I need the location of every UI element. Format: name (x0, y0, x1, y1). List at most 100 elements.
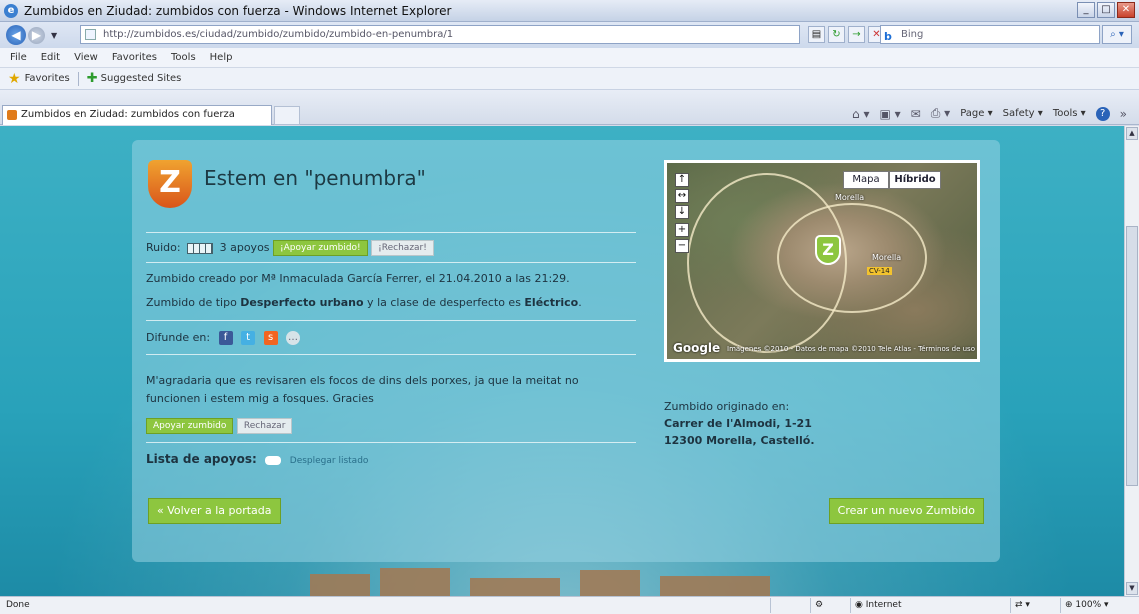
history-dropdown-icon[interactable]: ▼ (51, 31, 57, 40)
map-road (777, 203, 927, 313)
zumbido-map-marker[interactable]: Z (815, 235, 841, 265)
help-icon[interactable]: ? (1095, 106, 1110, 121)
apoyar-button[interactable]: ¡Apoyar zumbido! (273, 240, 368, 256)
zone-cell: ◉ Internet (850, 598, 1010, 613)
divider (146, 232, 636, 233)
tools-menu-label: Tools (1052, 108, 1078, 119)
road-sign: CV-14 (867, 267, 892, 275)
vertical-scrollbar[interactable]: ▲ ▼ (1124, 126, 1139, 596)
search-placeholder: Bing (901, 29, 924, 40)
desplegar-link[interactable]: Desplegar listado (290, 456, 369, 466)
ruido-label: Ruido: (146, 241, 181, 254)
scroll-up-icon[interactable]: ▲ (1126, 127, 1138, 140)
facebook-icon[interactable]: f (218, 331, 233, 345)
difunde-label: Difunde en: (146, 331, 211, 344)
skyline-building (310, 574, 370, 596)
url-input[interactable]: http://zumbidos.es/ciudad/zumbido/zumbid… (80, 25, 800, 44)
twitter-icon[interactable]: t (241, 331, 256, 345)
scroll-thumb[interactable] (1126, 226, 1138, 486)
volver-button[interactable]: « Volver a la portada (148, 498, 281, 524)
google-logo[interactable]: Google (673, 341, 720, 355)
map-label: Morella (872, 253, 902, 262)
menu-help[interactable]: Help (210, 52, 233, 63)
apoyar-small-button[interactable]: Apoyar zumbido (146, 418, 234, 434)
class-value: Eléctrico (524, 296, 579, 309)
feeds-icon[interactable]: ▣ ▾ (879, 107, 900, 121)
go-icon[interactable]: → (848, 26, 865, 43)
home-icon[interactable]: ⌂ ▾ (852, 107, 869, 121)
minimize-button[interactable]: _ (1077, 2, 1095, 18)
crear-zumbido-button[interactable]: Crear un nuevo Zumbido (828, 498, 984, 524)
menu-tools[interactable]: Tools (171, 52, 196, 63)
menu-favorites[interactable]: Favorites (112, 52, 157, 63)
map-widget[interactable]: Mapa Híbrido ↑ ↔ ↓ + − Z Morella Morella… (664, 160, 980, 362)
map-label: Morella (835, 193, 865, 202)
new-tab-button[interactable] (274, 106, 300, 125)
back-button[interactable]: ◀ (6, 25, 26, 45)
search-input[interactable]: b Bing (880, 25, 1100, 44)
tab-favicon-icon (7, 110, 17, 120)
forward-button[interactable]: ▶ (28, 26, 45, 44)
noise-meter (187, 242, 214, 254)
skyline-building (580, 570, 640, 596)
status-text: Done (6, 600, 30, 610)
divider (146, 354, 636, 355)
chat-bubble-icon[interactable]: … (286, 331, 301, 345)
scroll-down-icon[interactable]: ▼ (1126, 582, 1138, 595)
zoom-in-icon[interactable]: + (675, 223, 689, 237)
maximize-button[interactable]: □ (1097, 2, 1115, 18)
compatibility-view-icon[interactable]: ▤ (808, 26, 825, 43)
status-cell[interactable]: ⇄ ▾ (1010, 598, 1060, 613)
more-chevron-icon[interactable]: » (1120, 107, 1127, 121)
status-cell (770, 598, 810, 613)
map-type-mapa[interactable]: Mapa (843, 171, 889, 189)
skyline-building (660, 576, 770, 596)
search-button[interactable]: ⌕ ▾ (1102, 25, 1132, 44)
divider (146, 442, 636, 443)
read-mail-icon[interactable]: ✉ (911, 107, 921, 121)
menu-view[interactable]: View (74, 52, 98, 63)
skyline-building (470, 578, 560, 596)
internet-zone-icon: ◉ (855, 600, 863, 610)
menu-file[interactable]: File (10, 52, 27, 63)
favorites-button[interactable]: Favorites (25, 73, 70, 84)
window-titlebar: e Zumbidos en Ziudad: zumbidos con fuerz… (0, 0, 1139, 22)
safety-menu[interactable]: Safety ▾ (1003, 108, 1043, 119)
suggested-sites-link[interactable]: Suggested Sites (101, 73, 182, 84)
protected-mode-icon: ⚙ (815, 600, 824, 610)
address-bar: ◀ ▶ ▼ http://zumbidos.es/ciudad/zumbido/… (0, 22, 1139, 48)
tab-zumbidos[interactable]: Zumbidos en Ziudad: zumbidos con fuerza (2, 105, 272, 125)
zoom-level: 100% (1075, 600, 1102, 610)
rechazar-button[interactable]: ¡Rechazar! (371, 240, 434, 256)
type-line: Zumbido de tipo Desperfecto urbano y la … (146, 296, 582, 309)
page-menu[interactable]: Page ▾ (960, 108, 992, 119)
print-icon[interactable]: ⎙ ▾ (931, 106, 950, 121)
add-favorite-icon[interactable]: ✚ (87, 71, 98, 86)
zoom-out-icon[interactable]: − (675, 239, 689, 253)
map-type-hibrido[interactable]: Híbrido (889, 171, 941, 189)
close-button[interactable]: ✕ (1117, 2, 1135, 18)
menu-bar: File Edit View Favorites Tools Help (0, 48, 1139, 68)
command-bar: ⌂ ▾ ▣ ▾ ✉ ⎙ ▾ Page ▾ Safety ▾ Tools ▾ ? … (852, 106, 1127, 121)
address-city: 12300 Morella, Castelló. (664, 434, 815, 447)
ruido-row: Ruido: 3 apoyos ¡Apoyar zumbido! ¡Rechaz… (146, 240, 434, 256)
type-prefix: Zumbido de tipo (146, 296, 241, 309)
status-bar: Done ⚙ ◉ Internet ⇄ ▾ ⊕ 100% ▾ (0, 596, 1139, 614)
pan-up-icon[interactable]: ↑ (675, 173, 689, 187)
favorites-star-icon: ★ (8, 70, 21, 87)
safety-menu-label: Safety (1002, 108, 1035, 119)
zumbido-card: Z Estem en "penumbra" Ruido: 3 apoyos ¡A… (132, 140, 1000, 562)
tools-menu[interactable]: Tools ▾ (1053, 108, 1086, 119)
tab-bar: Zumbidos en Ziudad: zumbidos con fuerza … (0, 90, 1139, 125)
toggle-icon[interactable] (265, 455, 282, 465)
ie-logo-icon: e (4, 3, 18, 18)
social-network-icon[interactable]: s (263, 331, 278, 345)
rechazar-small-button[interactable]: Rechazar (236, 418, 293, 434)
zoom-control[interactable]: ⊕ 100% ▾ (1060, 598, 1135, 613)
window-controls: _ □ ✕ (1077, 2, 1135, 18)
pan-left-right-icon[interactable]: ↔ (675, 189, 689, 203)
menu-edit[interactable]: Edit (41, 52, 60, 63)
pan-down-icon[interactable]: ↓ (675, 205, 689, 219)
zone-text: Internet (865, 600, 902, 610)
refresh-icon[interactable]: ↻ (828, 26, 845, 43)
